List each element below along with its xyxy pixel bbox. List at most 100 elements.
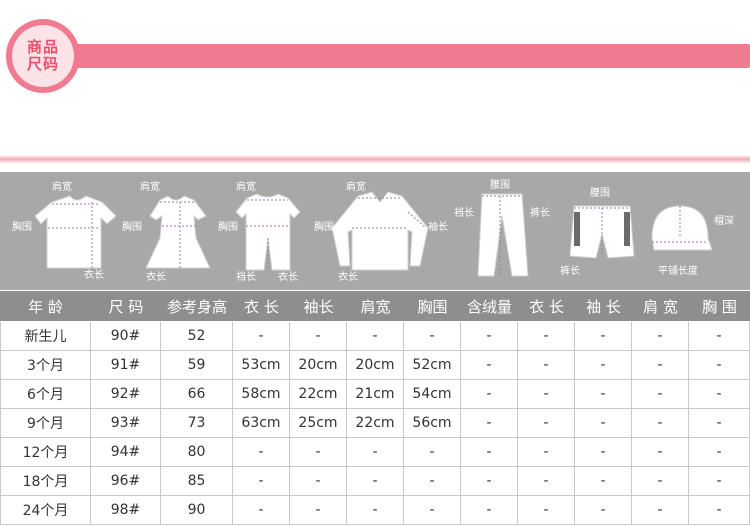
- jacket-sleeve-label: 袖长: [428, 222, 448, 233]
- table-cell: -: [518, 409, 575, 438]
- table-cell: 59: [161, 351, 233, 380]
- table-cell: -: [632, 438, 689, 467]
- table-cell: -: [575, 467, 632, 496]
- badge-line-1: 商品: [26, 38, 59, 56]
- tshirt-length-label: 衣长: [84, 270, 104, 281]
- header-length-2: 衣 长: [529, 297, 564, 316]
- table-cell: -: [632, 409, 689, 438]
- table-cell: -: [461, 409, 518, 438]
- table-cell: 52: [161, 322, 233, 351]
- tshirt-shoulder-label: 肩宽: [52, 182, 72, 193]
- table-cell: -: [347, 467, 404, 496]
- table-cell: 66: [161, 380, 233, 409]
- table-cell: -: [575, 438, 632, 467]
- table-cell: -: [347, 322, 404, 351]
- table-cell: -: [575, 322, 632, 351]
- table-cell: -: [461, 351, 518, 380]
- table-cell: 新生儿: [0, 322, 91, 351]
- table-cell: -: [632, 467, 689, 496]
- table-cell: -: [689, 409, 750, 438]
- table-cell: -: [233, 467, 290, 496]
- table-cell: 98#: [91, 496, 161, 525]
- table-cell: -: [689, 351, 750, 380]
- header-chest-2: 胸 围: [702, 297, 737, 316]
- pants-waist-label: 腰围: [490, 180, 510, 191]
- table-cell: 20cm: [290, 351, 347, 380]
- garment-measure-guide: 肩宽 胸围 衣长 肩宽 胸围 衣长 肩宽 胸围 裆长 衣长 肩宽 胸围 袖长 衣…: [0, 172, 750, 290]
- table-row: 12个月 94# 80- - - - - - - - -: [0, 438, 750, 467]
- tshirt-icon: [34, 195, 117, 269]
- table-cell: 9个月: [0, 409, 91, 438]
- table-cell: -: [461, 380, 518, 409]
- pants-length-label: 裤长: [530, 208, 550, 219]
- badge-line-2: 尺码: [26, 55, 59, 73]
- table-cell: 25cm: [290, 409, 347, 438]
- table-cell: -: [575, 380, 632, 409]
- header-shoulder: 肩宽: [360, 297, 391, 316]
- table-cell: -: [518, 438, 575, 467]
- table-cell: 22cm: [347, 409, 404, 438]
- table-cell: -: [575, 409, 632, 438]
- dress-chest-label: 胸围: [122, 222, 142, 233]
- table-cell: -: [290, 467, 347, 496]
- table-cell: -: [575, 351, 632, 380]
- table-cell: -: [518, 496, 575, 525]
- table-row: 9个月 93# 73 63cm 25cm 22cm 56cm - - - - -: [0, 409, 750, 438]
- table-cell: 54cm: [404, 380, 461, 409]
- table-cell: -: [461, 496, 518, 525]
- shorts-length-label: 裤长: [560, 266, 580, 277]
- table-cell: -: [518, 322, 575, 351]
- table-cell: 73: [161, 409, 233, 438]
- table-cell: -: [290, 438, 347, 467]
- table-cell: -: [461, 467, 518, 496]
- table-cell: 12个月: [0, 438, 91, 467]
- table-cell: 80: [161, 438, 233, 467]
- table-cell: 3个月: [0, 351, 91, 380]
- table-cell: -: [518, 380, 575, 409]
- shorts-waist-label: 腰围: [590, 188, 610, 199]
- size-badge-inner: 商品 尺码: [12, 25, 74, 87]
- table-cell: -: [347, 438, 404, 467]
- header-length: 衣 长: [244, 297, 279, 316]
- table-cell: -: [290, 322, 347, 351]
- table-cell: -: [689, 438, 750, 467]
- table-cell: -: [632, 496, 689, 525]
- table-cell: 96#: [91, 467, 161, 496]
- header-shoulder-2: 肩 宽: [643, 297, 678, 316]
- table-cell: -: [632, 351, 689, 380]
- table-cell: 63cm: [233, 409, 290, 438]
- hat-flat-length-label: 平铺长度: [658, 266, 698, 277]
- table-cell: -: [575, 496, 632, 525]
- jacket-shoulder-label: 肩宽: [346, 182, 366, 193]
- romper-shoulder-label: 肩宽: [236, 182, 256, 193]
- table-cell: -: [233, 438, 290, 467]
- table-cell: -: [233, 322, 290, 351]
- header-divider: [0, 155, 750, 164]
- table-cell: -: [518, 467, 575, 496]
- jacket-chest-label: 胸围: [314, 222, 334, 233]
- table-row: 6个月 92# 66 58cm 22cm 21cm 54cm - - - - -: [0, 380, 750, 409]
- table-cell: 85: [161, 467, 233, 496]
- table-cell: 56cm: [404, 409, 461, 438]
- tshirt-chest-label: 胸围: [12, 222, 32, 233]
- table-cell: -: [518, 351, 575, 380]
- table-cell: 6个月: [0, 380, 91, 409]
- table-cell: 90: [161, 496, 233, 525]
- table-cell: -: [404, 467, 461, 496]
- table-cell: -: [461, 438, 518, 467]
- header-ref-height: 参考身高: [166, 297, 227, 316]
- table-row: 24个月 98# 90- - - - - - - - -: [0, 496, 750, 525]
- header-sleeve-2: 袖 长: [586, 297, 621, 316]
- hat-icon: [651, 205, 713, 251]
- table-cell: -: [461, 322, 518, 351]
- header-chest: 胸围: [417, 297, 448, 316]
- dress-shoulder-label: 肩宽: [140, 182, 160, 193]
- jacket-length-label: 衣长: [338, 272, 358, 283]
- table-cell: -: [347, 496, 404, 525]
- table-cell: 18个月: [0, 467, 91, 496]
- table-cell: -: [404, 322, 461, 351]
- table-row: 新生儿 90# 52- - - - - - - - -: [0, 322, 750, 351]
- table-cell: -: [290, 496, 347, 525]
- table-cell: 93#: [91, 409, 161, 438]
- romper-crotch-label: 裆长: [236, 272, 256, 283]
